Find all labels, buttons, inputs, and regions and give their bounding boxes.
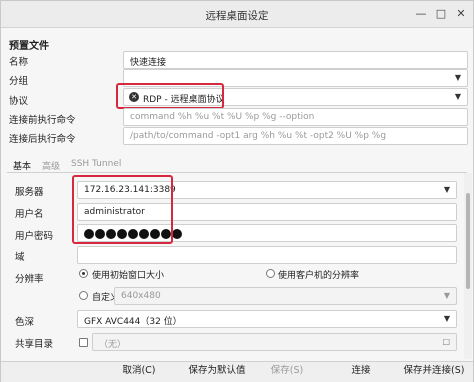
cancel-button[interactable]: 取消(C) — [101, 363, 177, 379]
scrollbar[interactable] — [464, 173, 472, 359]
res-custom-radio[interactable] — [79, 291, 88, 300]
shared-folder-value: （无） — [99, 340, 127, 350]
pre-command-input[interactable]: command %h %u %t %U %p %g --option — [123, 108, 468, 126]
tab-basic[interactable]: 基本 — [13, 159, 31, 172]
save-and-connect-button[interactable]: 保存并连接(S) — [397, 363, 471, 379]
resolution-label: 分辨率 — [15, 274, 44, 285]
chevron-down-icon: ▼ — [443, 291, 450, 300]
tab-advanced[interactable]: 高级 — [42, 159, 60, 172]
save-as-default-button[interactable]: 保存为默认值 — [179, 363, 255, 379]
color-depth-value: GFX AVC444（32 位） — [84, 317, 182, 327]
connect-button[interactable]: 连接 — [331, 363, 391, 379]
chevron-down-icon: ▼ — [443, 314, 450, 323]
save-button[interactable]: 保存(S) — [257, 363, 317, 379]
name-field[interactable]: 快速连接 — [123, 51, 468, 69]
pre-command-placeholder: command %h %u %t %U %p %g --option — [130, 112, 315, 122]
color-depth-label: 色深 — [15, 317, 35, 328]
minimize-icon[interactable]: — — [413, 6, 429, 22]
domain-label: 域 — [15, 252, 25, 263]
window-title: 远程桌面设定 — [205, 10, 269, 22]
protocol-highlight-box — [116, 83, 224, 109]
scrollbar-thumb[interactable] — [466, 193, 470, 289]
res-client-radio[interactable] — [266, 269, 275, 278]
chevron-down-icon: ▼ — [454, 73, 461, 82]
post-command-input[interactable]: /path/to/command -opt1 arg %h %u %t -opt… — [123, 127, 468, 145]
close-icon[interactable]: ✕ — [453, 6, 469, 22]
tab-divider — [7, 172, 467, 173]
domain-input[interactable] — [77, 246, 457, 264]
folder-icon: □ — [442, 337, 450, 346]
chevron-down-icon: ▼ — [454, 92, 461, 101]
tab-ssh-tunnel[interactable]: SSH Tunnel — [71, 159, 121, 169]
username-label: 用户名 — [15, 209, 44, 220]
group-label: 分组 — [9, 76, 29, 87]
res-client-label: 使用客户机的分辨率 — [278, 271, 360, 281]
password-dot — [172, 229, 182, 239]
post-command-placeholder: /path/to/command -opt1 arg %h %u %t -opt… — [130, 131, 387, 141]
res-initial-radio[interactable] — [79, 269, 88, 278]
credentials-highlight-box — [72, 175, 173, 244]
shared-folder-chooser[interactable]: （无） □ — [92, 333, 457, 351]
name-value: 快速连接 — [130, 58, 167, 68]
color-depth-select[interactable]: GFX AVC444（32 位） ▼ — [77, 310, 457, 328]
shared-folder-checkbox[interactable] — [79, 338, 88, 347]
title-bar: 远程桌面设定 — □ ✕ — [1, 1, 473, 28]
name-label: 名称 — [9, 57, 29, 68]
res-custom-value: 640x480 — [121, 291, 161, 301]
preset-section-title: 预置文件 — [9, 41, 49, 52]
chevron-down-icon: ▼ — [443, 185, 450, 194]
shared-folder-label: 共享目录 — [15, 339, 54, 350]
password-label: 用户密码 — [15, 231, 54, 242]
res-initial-label: 使用初始窗口大小 — [92, 271, 165, 281]
maximize-icon[interactable]: □ — [433, 6, 449, 22]
protocol-label: 协议 — [9, 96, 29, 107]
remote-desktop-dialog: 远程桌面设定 — □ ✕ 预置文件 名称 快速连接 分组 ▼ 协议 ✕ RDP … — [0, 0, 474, 382]
pre-command-label: 连接前执行命令 — [9, 115, 76, 126]
res-custom-combo[interactable]: 640x480 ▼ — [114, 287, 457, 305]
server-label: 服务器 — [15, 187, 44, 198]
post-command-label: 连接后执行命令 — [9, 134, 76, 145]
